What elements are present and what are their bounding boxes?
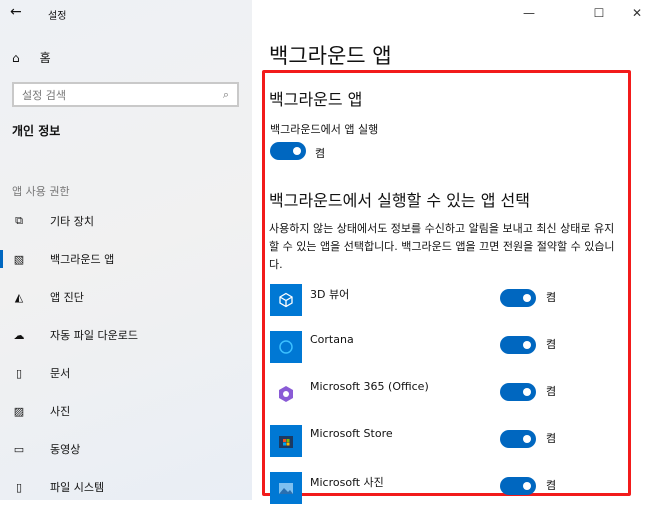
minimize-button[interactable]: — (512, 0, 546, 26)
app-row: Microsoft Store 켬 (270, 425, 570, 457)
app-name: Cortana (310, 333, 354, 346)
document-icon: ▯ (15, 366, 23, 380)
sidebar-item[interactable]: ⧉ 기타 장치 (0, 203, 252, 239)
devices-icon: ⧉ (15, 214, 23, 227)
app-icon (270, 331, 302, 363)
app-name: Microsoft 365 (Office) (310, 380, 429, 393)
sidebar-item[interactable]: ▭ 동영상 (0, 431, 252, 467)
app-name: Microsoft 사진 (310, 476, 384, 489)
app-title: 설정 (48, 11, 67, 22)
app-toggle[interactable] (500, 336, 536, 354)
app-toggle[interactable] (500, 477, 536, 495)
section-heading: 개인 정보 (12, 124, 61, 138)
app-toggle[interactable] (500, 383, 536, 401)
home-label: 홈 (39, 51, 51, 65)
app-icon (270, 472, 302, 504)
app-diagnostics-icon: ◭ (14, 290, 24, 304)
app-state: 켬 (546, 338, 557, 351)
sidebar-item-label: 파일 시스템 (50, 481, 105, 494)
app-row: 3D 뷰어 켬 (270, 284, 570, 316)
run-state: 켬 (315, 147, 326, 160)
app-row: Microsoft 사진 켬 (270, 472, 570, 504)
sidebar-item-label: 동영상 (50, 443, 81, 456)
sidebar-home[interactable]: ⌂ 홈 (12, 49, 51, 66)
sidebar-item-label: 문서 (50, 367, 71, 380)
run-label: 백그라운드에서 앱 실행 (270, 123, 379, 136)
app-icon (270, 284, 302, 316)
run-toggle[interactable] (270, 142, 306, 164)
app-toggle[interactable] (500, 430, 536, 448)
page-title: 백그라운드 앱 (269, 44, 392, 68)
maximize-button[interactable]: ☐ (582, 0, 616, 26)
sidebar: ← 설정 ⌂ 홈 설정 검색 ⌕ 개인 정보 앱 사용 권한 ⧉ 기타 장치 ▧ 백그라운… (0, 0, 252, 500)
sidebar-item-label: 기타 장치 (50, 215, 94, 228)
sidebar-item[interactable]: ◭ 앱 진단 (0, 279, 252, 315)
description: 사용하지 않는 상태에서도 정보를 수신하고 알림을 보내고 최신 상태로 유지… (269, 222, 615, 271)
file-icon: ▯ (15, 480, 23, 494)
section-title-apps: 백그라운드에서 실행할 수 있는 앱 선택 (269, 191, 530, 210)
app-row: Microsoft 365 (Office) 켬 (270, 378, 570, 410)
sidebar-item-label: 앱 진단 (50, 291, 84, 304)
group-heading: 앱 사용 권한 (12, 185, 70, 198)
sidebar-item-label: 백그라운드 앱 (50, 253, 115, 266)
sidebar-item-label: 사진 (50, 405, 71, 418)
search-placeholder: 설정 검색 (22, 88, 66, 102)
home-icon: ⌂ (12, 50, 20, 65)
app-state: 켬 (546, 479, 557, 492)
search-input[interactable]: 설정 검색 ⌕ (12, 82, 239, 107)
app-icon (270, 425, 302, 457)
app-state: 켬 (546, 432, 557, 445)
search-icon: ⌕ (222, 87, 229, 101)
sidebar-item[interactable]: ☁ 자동 파일 다운로드 (0, 317, 252, 353)
app-state: 켬 (546, 291, 557, 304)
section-title: 백그라운드 앱 (269, 90, 363, 109)
cloud-icon: ☁ (13, 328, 25, 342)
app-name: Microsoft Store (310, 427, 393, 440)
video-icon: ▭ (13, 442, 25, 456)
app-state: 켬 (546, 385, 557, 398)
app-name: 3D 뷰어 (310, 288, 350, 301)
sidebar-item-label: 자동 파일 다운로드 (50, 329, 138, 342)
app-icon (270, 378, 302, 410)
sidebar-item[interactable]: ▧ 백그라운드 앱 (0, 241, 252, 277)
background-apps-icon: ▧ (13, 252, 25, 266)
picture-icon: ▨ (13, 404, 25, 418)
close-button[interactable]: ✕ (620, 0, 654, 26)
app-toggle[interactable] (500, 289, 536, 307)
sidebar-item[interactable]: ▯ 문서 (0, 355, 252, 391)
sidebar-item[interactable]: ▨ 사진 (0, 393, 252, 429)
back-button[interactable]: ← (10, 4, 22, 20)
app-row: Cortana 켬 (270, 331, 570, 363)
